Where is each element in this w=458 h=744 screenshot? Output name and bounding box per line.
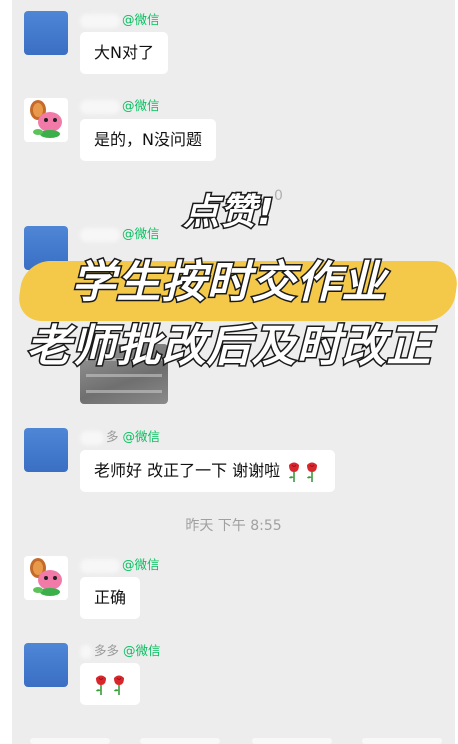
message-bubble[interactable] bbox=[80, 663, 140, 705]
rose-icon bbox=[96, 675, 106, 695]
sender-name: @微信 bbox=[80, 554, 160, 573]
message-bubble[interactable]: 大N对了 bbox=[80, 32, 168, 74]
rose-icon bbox=[289, 462, 300, 482]
overlay-headline-line2: 老师批改后及时改正 bbox=[25, 320, 432, 374]
rose-icon bbox=[307, 462, 318, 482]
cartoon-avatar-icon bbox=[24, 556, 68, 600]
overlay-headline-line1: 学生按时交作业 bbox=[70, 256, 387, 310]
overlay-title: 点赞! bbox=[182, 191, 275, 235]
message-bubble[interactable]: 正确 bbox=[80, 577, 141, 619]
chat-timestamp: 昨天 下午 8:55 bbox=[185, 518, 282, 534]
avatar-teacher[interactable] bbox=[24, 556, 68, 600]
avatar-teacher[interactable] bbox=[24, 98, 68, 142]
sender-name: @微信 bbox=[80, 9, 160, 28]
bottom-bar bbox=[12, 736, 455, 744]
message-bubble[interactable]: 是的，N没问题 bbox=[80, 119, 216, 161]
cartoon-avatar-icon bbox=[24, 98, 68, 142]
sender-name: 多 @微信 bbox=[80, 426, 160, 445]
message-bubble[interactable]: 老师好 改正了一下 谢谢啦 bbox=[80, 450, 336, 492]
message-text: 老师好 改正了一下 谢谢啦 bbox=[94, 461, 281, 480]
sender-name: 多多 @微信 bbox=[80, 640, 161, 659]
sender-name: @微信 bbox=[80, 95, 160, 114]
avatar-student[interactable] bbox=[24, 11, 68, 55]
avatar-student[interactable] bbox=[24, 643, 68, 687]
avatar-student[interactable] bbox=[24, 428, 68, 472]
rose-icon bbox=[114, 675, 124, 695]
